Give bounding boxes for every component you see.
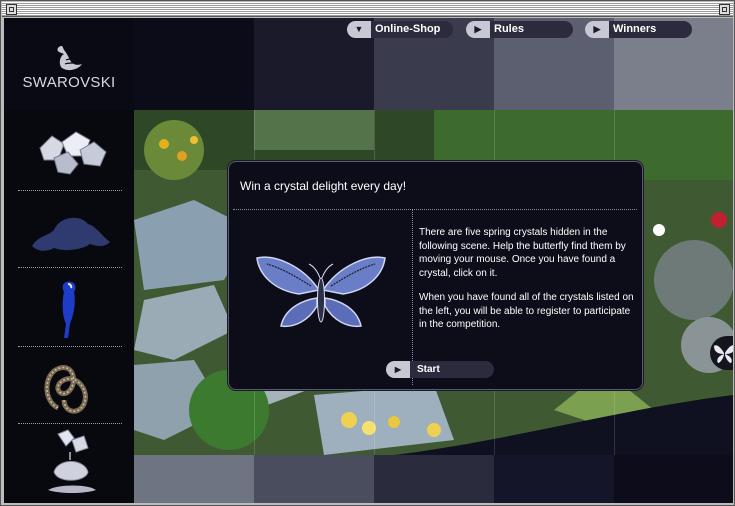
browser-window: SWAROVSKI ▼ Online-Shop ▶ Rules ▶ Winner… bbox=[0, 0, 735, 506]
crystal-item-ribbon[interactable] bbox=[18, 350, 122, 420]
zoom-box-icon[interactable] bbox=[719, 4, 730, 15]
nav-winners-button[interactable]: ▶ Winners bbox=[585, 21, 692, 38]
play-arrow-icon: ▶ bbox=[585, 21, 609, 38]
nav-label: Winners bbox=[613, 23, 657, 35]
dialog-title: Win a crystal delight every day! bbox=[240, 179, 407, 193]
flowers-crystal-icon bbox=[39, 131, 107, 175]
dialog-instructions: There are five spring crystals hidden in… bbox=[419, 227, 626, 279]
nav-label: Online-Shop bbox=[375, 23, 441, 35]
crystal-item-frog[interactable] bbox=[18, 196, 122, 266]
nav-label: Rules bbox=[494, 23, 524, 35]
crystal-item-flowers[interactable] bbox=[18, 114, 122, 184]
nav-rules-button[interactable]: ▶ Rules bbox=[466, 21, 573, 38]
brand-name: SWAROVSKI bbox=[22, 74, 116, 91]
divider bbox=[18, 267, 122, 268]
flower-vase-crystal-icon bbox=[48, 429, 96, 493]
play-arrow-icon: ▶ bbox=[466, 21, 490, 38]
start-button[interactable]: ▶ Start bbox=[386, 361, 494, 378]
divider bbox=[18, 190, 122, 191]
intro-dialog: Win a crystal delight every day! There a… bbox=[228, 161, 643, 390]
title-bar[interactable] bbox=[2, 2, 733, 17]
frog-crystal-icon bbox=[32, 217, 110, 251]
chevron-down-icon: ▼ bbox=[347, 21, 371, 38]
butterfly-icon bbox=[714, 345, 733, 363]
divider bbox=[412, 210, 413, 385]
dialog-rules-note: When you have found all of the crystals … bbox=[419, 292, 634, 330]
nav-online-shop-button[interactable]: ▼ Online-Shop bbox=[347, 21, 453, 38]
start-label: Start bbox=[417, 364, 440, 375]
divider bbox=[233, 209, 637, 210]
butterfly-cursor-button[interactable] bbox=[710, 336, 733, 370]
play-arrow-icon: ▶ bbox=[386, 361, 410, 378]
butterfly-crystal-icon bbox=[251, 246, 391, 342]
flash-stage: SWAROVSKI ▼ Online-Shop ▶ Rules ▶ Winner… bbox=[4, 18, 733, 503]
footer-strip bbox=[134, 455, 733, 503]
parrot-crystal-icon bbox=[62, 281, 76, 338]
top-nav: ▼ Online-Shop ▶ Rules ▶ Winners bbox=[4, 21, 733, 39]
swan-logo-icon bbox=[57, 46, 82, 71]
crystal-item-flower-vase[interactable] bbox=[18, 428, 122, 498]
header: SWAROVSKI ▼ Online-Shop ▶ Rules ▶ Winner… bbox=[4, 18, 733, 110]
ribbon-crystal-icon bbox=[44, 365, 88, 414]
divider bbox=[18, 346, 122, 347]
close-box-icon[interactable] bbox=[6, 4, 17, 15]
crystal-list bbox=[4, 110, 134, 503]
crystal-item-parrot[interactable] bbox=[18, 272, 122, 342]
divider bbox=[18, 423, 122, 424]
